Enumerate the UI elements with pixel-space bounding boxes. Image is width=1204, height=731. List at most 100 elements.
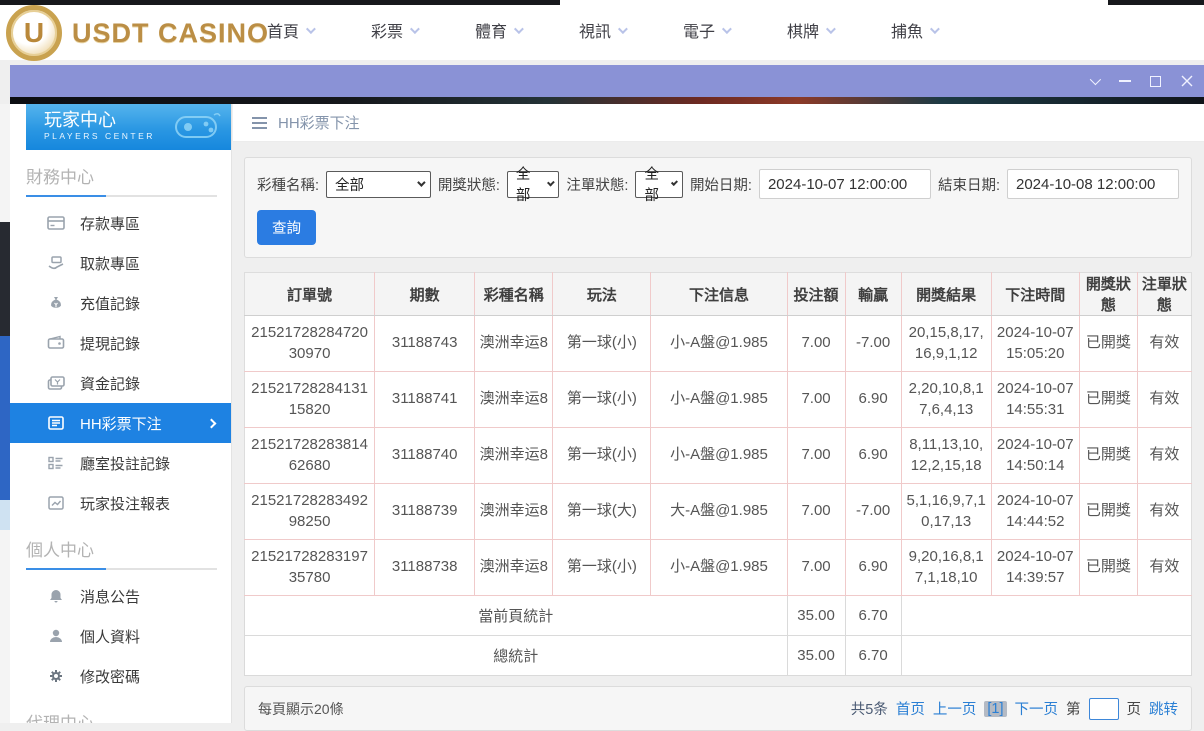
table-cell: 大-A盤@1.985	[651, 484, 787, 540]
summary-empty	[901, 636, 1191, 676]
page-header: HH彩票下注	[233, 104, 1204, 142]
window-banner-edge	[10, 97, 1204, 104]
col-header: 期數	[375, 273, 475, 316]
finance-menu: 存款專區 取款專區 充值記錄 提現記錄 資金記錄 HH彩票下注	[10, 203, 231, 523]
page-title: HH彩票下注	[278, 112, 360, 133]
next-page-link[interactable]: 下一页	[1015, 698, 1059, 719]
profile-icon	[47, 628, 65, 644]
lottery-select[interactable]: 全部	[326, 171, 431, 198]
table-cell: 31188739	[375, 484, 475, 540]
table-cell: 有效	[1137, 540, 1191, 596]
chevron-down-icon	[826, 24, 836, 34]
sidebar-item-player-report[interactable]: 玩家投注報表	[10, 483, 231, 523]
table-cell: -7.00	[845, 484, 901, 540]
menu-toggle-icon[interactable]	[252, 117, 267, 129]
chevron-down-icon	[306, 24, 316, 34]
sidebar-item-hh-lottery-bet[interactable]: HH彩票下注	[10, 403, 231, 443]
table-cell: 7.00	[787, 316, 845, 372]
background-artifact	[0, 500, 10, 530]
order-status-select[interactable]: 全部	[635, 171, 683, 198]
summary-label: 當前頁統計	[245, 596, 788, 636]
table-cell: 8,11,13,10,12,2,15,18	[901, 428, 991, 484]
sidebar-item-room-bet-record[interactable]: 廳室投註記錄	[10, 443, 231, 483]
col-header: 開獎狀態	[1079, 273, 1137, 316]
sidebar-item-deposit[interactable]: 存款專區	[10, 203, 231, 243]
nav-item-cards[interactable]: 棋牌	[758, 18, 862, 42]
table-row: 2152172828349298250 31188739 澳洲幸运8 第一球(大…	[245, 484, 1192, 540]
sidebar-item-funds-record[interactable]: 資金記錄	[10, 363, 231, 403]
section-title-agent: 代理中心	[26, 709, 217, 723]
nav-item-live[interactable]: 視訊	[550, 18, 654, 42]
first-page-link[interactable]: 首页	[896, 698, 925, 719]
table-cell: 7.00	[787, 484, 845, 540]
col-header: 玩法	[553, 273, 651, 316]
table-cell: 第一球(小)	[553, 372, 651, 428]
table-cell: 已開獎	[1079, 372, 1137, 428]
close-icon[interactable]	[1171, 65, 1202, 97]
table-cell: 2152172828472030970	[245, 316, 375, 372]
end-date-input[interactable]	[1007, 169, 1179, 199]
sidebar-item-recharge-record[interactable]: 充值記錄	[10, 283, 231, 323]
page-jump-input[interactable]	[1089, 698, 1119, 720]
sidebar-item-announcements[interactable]: 消息公告	[10, 576, 231, 616]
chevron-down-icon	[514, 24, 524, 34]
table-cell: 6.90	[845, 372, 901, 428]
recharge-record-icon	[47, 295, 65, 311]
table-cell: 31188740	[375, 428, 475, 484]
collapse-icon[interactable]	[1078, 65, 1109, 97]
draw-status-select[interactable]: 全部	[507, 171, 560, 198]
table-cell: 小-A盤@1.985	[651, 428, 787, 484]
summary-row-total: 總統計 35.00 6.70	[245, 636, 1192, 676]
table-cell: 澳洲幸运8	[475, 484, 553, 540]
col-header: 訂單號	[245, 273, 375, 316]
change-password-icon	[47, 668, 65, 684]
site-logo[interactable]: U USDT CASINO	[6, 5, 269, 61]
minimize-icon[interactable]	[1109, 65, 1140, 97]
jump-suffix-text: 页	[1127, 698, 1142, 719]
search-button[interactable]: 查詢	[257, 210, 316, 245]
withdraw-icon	[47, 255, 65, 271]
section-underline	[26, 568, 217, 570]
summary-empty	[901, 596, 1191, 636]
pagination-bar: 每頁顯示20條 共5条 首页 上一页 [1] 下一页 第 页 跳转	[244, 686, 1192, 731]
table-cell: 5,1,16,9,7,10,17,13	[901, 484, 991, 540]
nav-item-slots[interactable]: 電子	[654, 18, 758, 42]
start-date-input[interactable]	[759, 169, 931, 199]
table-cell: 2152172828413115820	[245, 372, 375, 428]
background-artifact	[0, 336, 10, 500]
table-row: 2152172828381462680 31188740 澳洲幸运8 第一球(小…	[245, 428, 1192, 484]
table-cell: 2,20,10,8,17,6,4,13	[901, 372, 991, 428]
table-cell: 20,15,8,17,16,9,1,12	[901, 316, 991, 372]
nav-item-sports[interactable]: 體育	[446, 18, 550, 42]
table-cell: 第一球(小)	[553, 428, 651, 484]
sidebar-item-withdrawal-record[interactable]: 提現記錄	[10, 323, 231, 363]
table-cell: 2024-10-07 14:39:57	[991, 540, 1079, 596]
sidebar: 玩家中心 PLAYERS CENTER 財務中心 存款專區 取款專區 充值記錄	[10, 104, 232, 723]
total-count-text: 共5条	[851, 698, 888, 719]
nav-item-fishing[interactable]: 捕魚	[862, 18, 966, 42]
nav-item-home[interactable]: 首頁	[238, 18, 342, 42]
deposit-icon	[47, 215, 65, 231]
order-status-label: 注單狀態:	[566, 174, 628, 195]
table-cell: 小-A盤@1.985	[651, 372, 787, 428]
page-size-text: 每頁顯示20條	[258, 699, 344, 719]
prev-page-link[interactable]: 上一页	[933, 698, 977, 719]
bet-records-table: 訂單號 期數 彩種名稱 玩法 下注信息 投注額 輸贏 開獎結果 下注時間 開獎狀…	[244, 272, 1192, 676]
current-page-indicator: [1]	[984, 701, 1006, 717]
room-bet-record-icon	[47, 455, 65, 471]
announcement-icon	[47, 588, 65, 604]
jump-button[interactable]: 跳转	[1149, 698, 1178, 719]
chevron-down-icon	[618, 24, 628, 34]
table-cell: 6.90	[845, 428, 901, 484]
sidebar-item-profile[interactable]: 個人資料	[10, 616, 231, 656]
draw-status-label: 開獎狀態:	[438, 174, 500, 195]
col-header: 下注時間	[991, 273, 1079, 316]
col-header: 下注信息	[651, 273, 787, 316]
nav-item-lottery[interactable]: 彩票	[342, 18, 446, 42]
personal-menu: 消息公告 個人資料 修改密碼	[10, 576, 231, 696]
maximize-icon[interactable]	[1140, 65, 1171, 97]
table-cell: 2024-10-07 14:50:14	[991, 428, 1079, 484]
sidebar-item-change-password[interactable]: 修改密碼	[10, 656, 231, 696]
sidebar-item-withdraw[interactable]: 取款專區	[10, 243, 231, 283]
main-content: HH彩票下注 彩種名稱: 全部 開獎狀態: 全部 注單狀態: 全部 開始日期: …	[233, 104, 1204, 723]
